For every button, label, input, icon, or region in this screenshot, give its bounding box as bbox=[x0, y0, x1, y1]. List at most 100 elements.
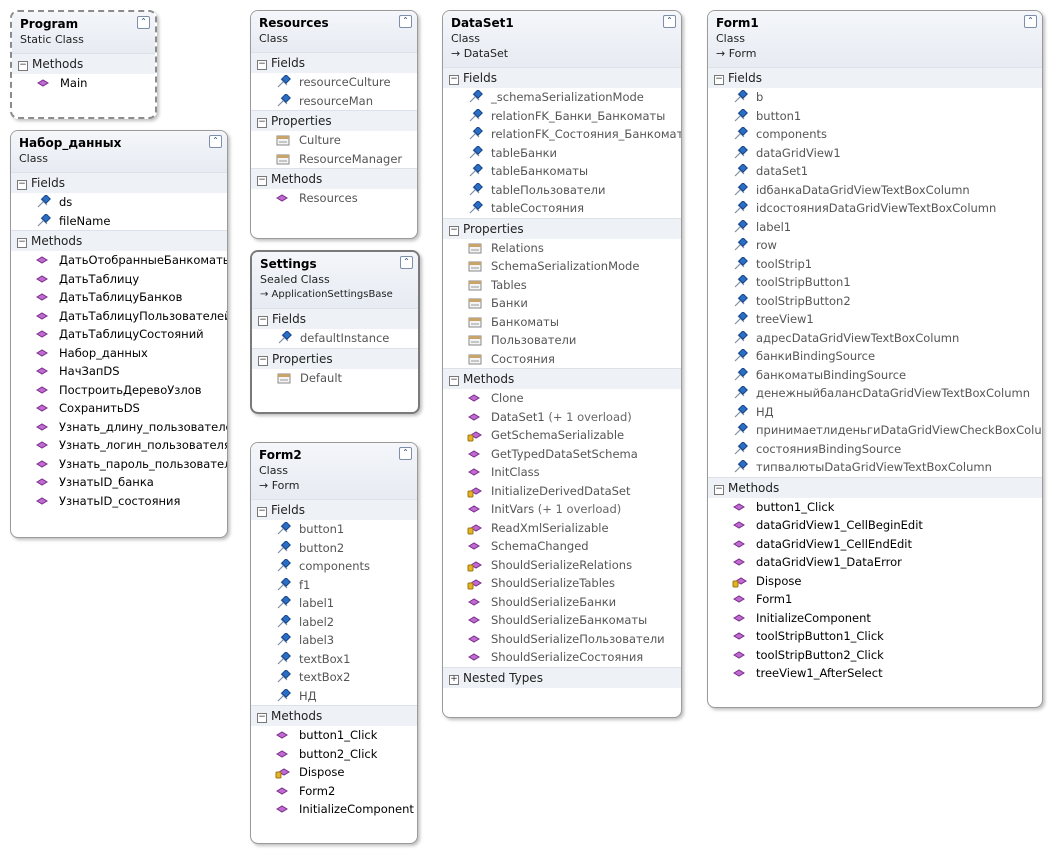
method-item[interactable]: Form2 bbox=[251, 782, 417, 801]
method-item[interactable]: button1_Click bbox=[708, 498, 1042, 517]
field-item[interactable]: tableБанкоматы bbox=[443, 162, 681, 181]
method-item[interactable]: ДатьТаблицу bbox=[11, 270, 227, 289]
field-item[interactable]: button1 bbox=[708, 107, 1042, 126]
method-item[interactable]: ДатьОтобранныеБанкоматы bbox=[11, 251, 227, 270]
method-item[interactable]: dataGridView1_CellBeginEdit bbox=[708, 516, 1042, 535]
method-item[interactable]: GetSchemaSerializable bbox=[443, 426, 681, 445]
method-item[interactable]: toolStripButton2_Click bbox=[708, 646, 1042, 665]
property-item[interactable]: Банки bbox=[443, 294, 681, 313]
property-item[interactable]: Состояния bbox=[443, 350, 681, 369]
method-item[interactable]: InitVars (+ 1 overload) bbox=[443, 500, 681, 519]
method-item[interactable]: ShouldSerializeБанкоматы bbox=[443, 611, 681, 630]
section-methods[interactable]: − Methods bbox=[251, 168, 417, 189]
method-item[interactable]: ShouldSerializeБанки bbox=[443, 593, 681, 612]
class-program[interactable]: Program Static Class ⌃ − Methods Main bbox=[10, 10, 157, 119]
field-item[interactable]: button2 bbox=[251, 539, 417, 558]
class-dataset1[interactable]: DataSet1 Class → DataSet ⌃ − Fields _sche… bbox=[442, 10, 682, 718]
class-resources[interactable]: Resources Class ⌃ − Fields resourceCultur… bbox=[250, 10, 418, 239]
method-item[interactable]: ПостроитьДеревоУзлов bbox=[11, 381, 227, 400]
section-methods[interactable]: − Methods bbox=[443, 368, 681, 389]
field-item[interactable]: _schemaSerializationMode bbox=[443, 88, 681, 107]
field-item[interactable]: tableПользователи bbox=[443, 181, 681, 200]
field-item[interactable]: tableБанки bbox=[443, 144, 681, 163]
field-item[interactable]: row bbox=[708, 236, 1042, 255]
method-item[interactable]: InitializeComponent bbox=[708, 609, 1042, 628]
field-item[interactable]: toolStripButton1 bbox=[708, 273, 1042, 292]
collapse-icon[interactable]: ⌃ bbox=[209, 135, 222, 148]
method-item[interactable]: УзнатьID_банка bbox=[11, 473, 227, 492]
method-item[interactable]: button1_Click bbox=[251, 726, 417, 745]
field-item[interactable]: toolStrip1 bbox=[708, 255, 1042, 274]
field-item[interactable]: defaultInstance bbox=[252, 329, 418, 348]
field-item[interactable]: fileName bbox=[11, 212, 227, 231]
field-item[interactable]: components bbox=[251, 557, 417, 576]
field-item[interactable]: idбанкаDataGridViewTextBoxColumn bbox=[708, 181, 1042, 200]
collapse-icon[interactable]: ⌃ bbox=[663, 15, 676, 28]
field-item[interactable]: toolStripButton2 bbox=[708, 292, 1042, 311]
field-item[interactable]: денежныйбалансDataGridViewTextBoxColumn bbox=[708, 384, 1042, 403]
field-item[interactable]: НД bbox=[708, 403, 1042, 422]
method-item[interactable]: ДатьТаблицуПользователей bbox=[11, 307, 227, 326]
method-item[interactable]: Узнать_длину_пользователей bbox=[11, 418, 227, 437]
collapse-icon[interactable]: ⌃ bbox=[400, 256, 413, 269]
property-item[interactable]: ResourceManager bbox=[251, 150, 417, 169]
method-item[interactable]: СохранитьDS bbox=[11, 399, 227, 418]
collapse-icon[interactable]: ⌃ bbox=[1024, 15, 1037, 28]
section-fields[interactable]: − Fields bbox=[443, 67, 681, 88]
method-item[interactable]: InitClass bbox=[443, 463, 681, 482]
class-nabor-dannyh[interactable]: Набор_данных Class ⌃ − Fields ds fileName … bbox=[10, 130, 228, 538]
field-item[interactable]: label1 bbox=[708, 218, 1042, 237]
section-properties[interactable]: − Properties bbox=[252, 347, 418, 369]
method-item[interactable]: ДатьТаблицуБанков bbox=[11, 288, 227, 307]
section-methods[interactable]: − Methods bbox=[251, 705, 417, 726]
method-item[interactable]: Набор_данных bbox=[11, 344, 227, 363]
section-nested-types[interactable]: + Nested Types bbox=[443, 666, 681, 688]
method-item[interactable]: toolStripButton1_Click bbox=[708, 627, 1042, 646]
method-item[interactable]: dataGridView1_CellEndEdit bbox=[708, 535, 1042, 554]
property-item[interactable]: Tables bbox=[443, 276, 681, 295]
method-item[interactable]: Узнать_пароль_пользователя bbox=[11, 455, 227, 474]
field-item[interactable]: resourceCulture bbox=[251, 73, 417, 92]
method-item[interactable]: Dispose bbox=[708, 572, 1042, 591]
field-item[interactable]: адресDataGridViewTextBoxColumn bbox=[708, 329, 1042, 348]
method-item[interactable]: Main bbox=[12, 74, 155, 93]
method-item[interactable]: GetTypedDataSetSchema bbox=[443, 445, 681, 464]
field-item[interactable]: relationFK_Банки_Банкоматы bbox=[443, 107, 681, 126]
method-item[interactable]: DataSet1 (+ 1 overload) bbox=[443, 408, 681, 427]
section-fields[interactable]: − Fields bbox=[251, 499, 417, 520]
method-item[interactable]: Resources bbox=[251, 189, 417, 208]
method-item[interactable]: Clone bbox=[443, 389, 681, 408]
method-item[interactable]: УзнатьID_состояния bbox=[11, 492, 227, 511]
class-form2[interactable]: Form2 Class → Form ⌃ − Fields button1 butt… bbox=[250, 442, 418, 844]
section-fields[interactable]: − Fields bbox=[252, 308, 418, 329]
method-item[interactable]: SchemaChanged bbox=[443, 537, 681, 556]
property-item[interactable]: SchemaSerializationMode bbox=[443, 257, 681, 276]
section-properties[interactable]: − Properties bbox=[251, 110, 417, 131]
method-item[interactable]: ShouldSerializeRelations bbox=[443, 556, 681, 575]
field-item[interactable]: label2 bbox=[251, 613, 417, 632]
field-item[interactable]: idсостоянияDataGridViewTextBoxColumn bbox=[708, 199, 1042, 218]
method-item[interactable]: dataGridView1_DataError bbox=[708, 553, 1042, 572]
property-item[interactable]: Relations bbox=[443, 239, 681, 258]
method-item[interactable]: ReadXmlSerializable bbox=[443, 519, 681, 538]
field-item[interactable]: НД bbox=[251, 687, 417, 706]
section-methods[interactable]: − Methods bbox=[12, 53, 155, 74]
class-form1[interactable]: Form1 Class → Form ⌃ − Fields b button1 com… bbox=[707, 10, 1043, 708]
field-item[interactable]: ds bbox=[11, 193, 227, 212]
field-item[interactable]: components bbox=[708, 125, 1042, 144]
field-item[interactable]: dataSet1 bbox=[708, 162, 1042, 181]
method-item[interactable]: ShouldSerializeTables bbox=[443, 574, 681, 593]
method-item[interactable]: Form1 bbox=[708, 590, 1042, 609]
section-methods[interactable]: − Methods bbox=[11, 230, 227, 251]
field-item[interactable]: resourceMan bbox=[251, 92, 417, 111]
field-item[interactable]: label1 bbox=[251, 594, 417, 613]
collapse-icon[interactable]: ⌃ bbox=[399, 15, 412, 28]
property-item[interactable]: Culture bbox=[251, 131, 417, 150]
section-properties[interactable]: − Properties bbox=[443, 217, 681, 239]
class-settings[interactable]: Settings Sealed Class → ApplicationSetti… bbox=[250, 250, 420, 414]
method-item[interactable]: button2_Click bbox=[251, 745, 417, 764]
field-item[interactable]: tableСостояния bbox=[443, 199, 681, 218]
field-item[interactable]: банкиBindingSource bbox=[708, 347, 1042, 366]
field-item[interactable]: b bbox=[708, 88, 1042, 107]
method-item[interactable]: НачЗапDS bbox=[11, 362, 227, 381]
